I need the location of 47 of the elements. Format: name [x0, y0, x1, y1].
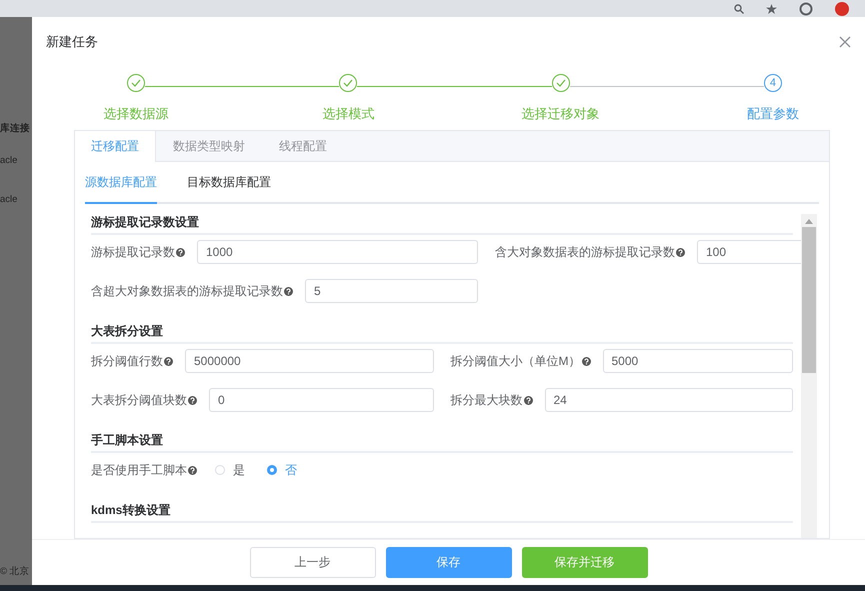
background-text: 库连接 [0, 122, 31, 135]
text-input[interactable]: 5 [305, 279, 478, 303]
text-input[interactable]: 5000000 [185, 349, 434, 373]
help-icon [284, 286, 293, 296]
field-label: 游标提取记录数 [91, 244, 175, 260]
close-button[interactable] [839, 36, 851, 48]
text-input[interactable]: 5000 [602, 349, 793, 373]
step-number: 4 [764, 74, 782, 92]
text-input[interactable]: 0 [209, 388, 434, 412]
help-icon [524, 396, 532, 404]
step-label: 配置参数 [746, 105, 799, 123]
background-text: © 北京 [0, 565, 31, 578]
step-label: 选择迁移对象 [522, 105, 600, 123]
background-text: acle [0, 194, 18, 205]
help-icon [188, 396, 197, 404]
text-input[interactable]: 100 [697, 240, 801, 264]
step-label: 选择模式 [322, 105, 374, 123]
profile-icon[interactable] [799, 2, 813, 16]
step-label: 选择数据源 [104, 105, 168, 123]
help-icon [582, 356, 590, 366]
section-title: 游标提取记录数设置 [91, 214, 793, 235]
scrollbar[interactable] [801, 214, 817, 538]
section-title: 手工脚本设置 [91, 432, 793, 453]
field-label: 是否使用手工脚本 [91, 462, 187, 478]
section-title: 大表拆分设置 [91, 323, 793, 344]
search-icon[interactable] [734, 4, 744, 14]
star-icon[interactable] [766, 4, 777, 14]
help-icon [176, 248, 185, 256]
help-icon [164, 356, 173, 366]
field-label: 拆分阈值大小（单位M） [450, 352, 580, 370]
field-label: 含大对象数据表的游标提取记录数 [495, 244, 675, 260]
section-title: kdms转换设置 [91, 502, 793, 523]
text-input[interactable]: 1000 [197, 240, 478, 264]
scroll-up-icon[interactable] [805, 219, 813, 224]
notification-icon[interactable] [835, 2, 849, 16]
field-label: 大表拆分阈值块数 [91, 392, 187, 408]
footer-button[interactable]: 上一步 [250, 547, 376, 578]
help-icon [188, 466, 197, 474]
help-icon [676, 248, 685, 256]
radio-option[interactable]: 是 [215, 462, 245, 478]
text-input[interactable]: 24 [544, 388, 793, 412]
field-label: 含超大对象数据表的游标提取记录数 [91, 282, 283, 300]
dialog-title: 新建任务 [46, 33, 98, 51]
field-label: 拆分最大块数 [450, 392, 522, 408]
background-text: acle [0, 155, 18, 166]
tab[interactable]: 目标数据库配置 [187, 162, 271, 204]
field-label: 拆分阈值行数 [91, 352, 163, 370]
